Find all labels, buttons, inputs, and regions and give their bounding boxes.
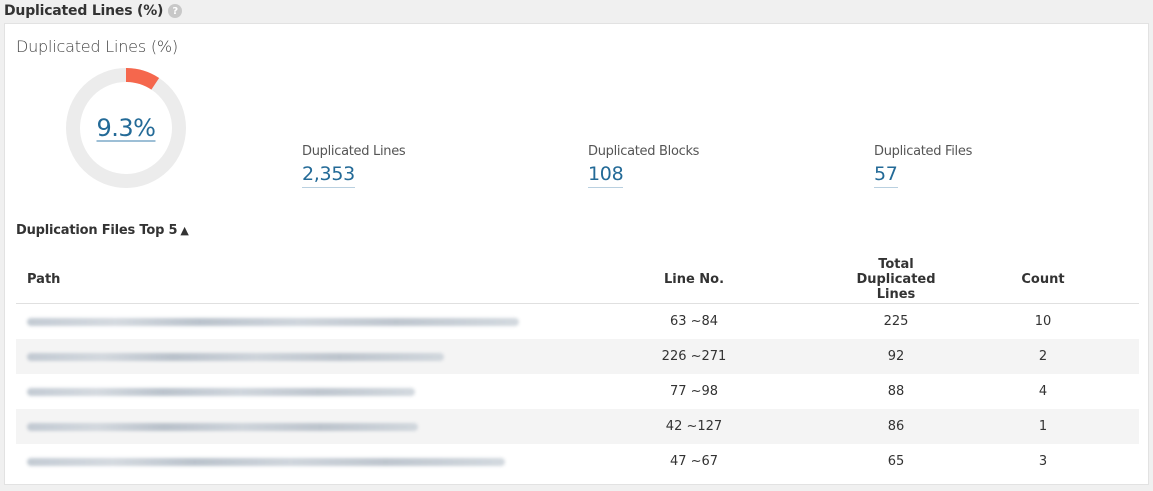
total-cell: 225 — [883, 314, 909, 329]
duplication-card: Duplicated Lines (%) 9.3% Duplicated Lin… — [4, 23, 1149, 485]
table-row: 47 ~67 65 3 — [16, 444, 1139, 479]
count-cell: 3 — [1038, 454, 1048, 469]
metric-value-link[interactable]: 2,353 — [302, 162, 355, 188]
top-files-table: Path Line No. Total Duplicated Lines Cou… — [16, 256, 1139, 479]
blurred-path — [27, 317, 519, 326]
blurred-path — [27, 422, 418, 431]
metric-value-link[interactable]: 57 — [874, 162, 898, 188]
total-cell: 86 — [845, 409, 947, 444]
path-cell[interactable] — [16, 444, 543, 479]
blurred-path — [27, 352, 444, 361]
line-no-cell: 226 ~271 — [543, 339, 845, 374]
top-files-title: Duplication Files Top 5 — [16, 223, 178, 238]
table-row: 42 ~127 86 1 — [16, 409, 1139, 444]
metric-value-link[interactable]: 108 — [588, 162, 624, 188]
density-value-container: 9.3% — [65, 67, 187, 189]
column-header-total: Total Duplicated Lines — [845, 256, 947, 304]
blurred-path — [27, 387, 415, 396]
total-cell: 88 — [887, 384, 905, 399]
metric-duplicated-blocks: Duplicated Blocks 108 — [588, 144, 699, 188]
blurred-path — [27, 457, 505, 466]
column-header-line-no: Line No. — [543, 256, 845, 304]
column-header-count: Count — [947, 256, 1139, 304]
table-row: 63 ~84 225 10 — [16, 304, 1139, 340]
line-no-cell: 63 ~84 — [669, 314, 719, 329]
total-cell: 65 — [887, 454, 905, 469]
count-cell: 10 — [1034, 314, 1052, 329]
path-cell[interactable] — [16, 374, 543, 409]
count-cell: 2 — [947, 339, 1139, 374]
top-files-toggle[interactable]: Duplication Files Top 5 ▲ — [16, 223, 189, 238]
metric-label: Duplicated Files — [874, 144, 973, 159]
metric-label: Duplicated Blocks — [588, 144, 700, 159]
line-no-cell: 47 ~67 — [669, 454, 719, 469]
path-cell[interactable] — [16, 409, 543, 444]
density-value-link[interactable]: 9.3% — [97, 114, 156, 142]
line-no-cell: 77 ~98 — [669, 384, 719, 399]
metric-label: Duplicated Lines — [302, 144, 406, 159]
total-cell: 92 — [845, 339, 947, 374]
count-cell: 4 — [1038, 384, 1048, 399]
line-no-cell: 42 ~127 — [543, 409, 845, 444]
path-cell[interactable] — [16, 339, 543, 374]
triangle-up-icon: ▲ — [180, 224, 189, 237]
column-header-path: Path — [16, 256, 543, 304]
metric-duplicated-files: Duplicated Files 57 — [874, 144, 972, 188]
card-title: Duplicated Lines (%) — [16, 37, 178, 56]
count-cell: 1 — [947, 409, 1139, 444]
metric-duplicated-lines: Duplicated Lines 2,353 — [302, 144, 406, 188]
path-cell[interactable] — [16, 304, 543, 340]
table-row: 226 ~271 92 2 — [16, 339, 1139, 374]
section-title: Duplicated Lines (%) — [4, 3, 164, 19]
table-header-row: Path Line No. Total Duplicated Lines Cou… — [16, 256, 1139, 304]
question-circle-icon[interactable]: ? — [168, 4, 183, 18]
table-row: 77 ~98 88 4 — [16, 374, 1139, 409]
section-header: Duplicated Lines (%) ? — [0, 0, 1153, 22]
